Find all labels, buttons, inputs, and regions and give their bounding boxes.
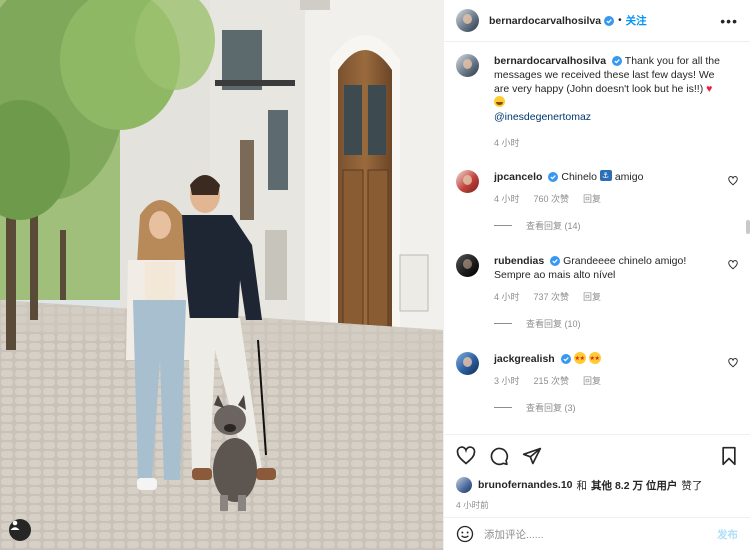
post-side-panel: bernardocarvalhosilva • 关注 ••• bernardoc… [443, 0, 750, 550]
liker-username[interactable]: brunofernandes.10 [478, 479, 573, 491]
comment-like-count[interactable]: 737 次赞 [534, 290, 570, 304]
reply-button[interactable]: 回复 [583, 192, 601, 206]
view-replies-label: 查看回复 (10) [526, 319, 581, 329]
comment-body: rubendias Grandeeee chinelo amigo! Sempr… [494, 254, 720, 304]
caption-avatar[interactable] [456, 54, 479, 77]
view-replies-label: 查看回复 (3) [526, 403, 576, 413]
red-heart-emoji-icon: ♥ [706, 83, 713, 95]
author-username[interactable]: bernardocarvalhosilva [489, 15, 601, 27]
commenter-avatar[interactable] [456, 170, 479, 193]
comment-username[interactable]: rubendias [494, 255, 544, 267]
comment-text-end: amigo [614, 171, 644, 183]
post-photo[interactable] [0, 0, 443, 550]
comment-item: jpcancelo Chinelo amigo 4 小时 760 次赞 回复 [456, 169, 738, 206]
view-replies-button[interactable]: 查看回复 (3) [494, 401, 738, 414]
comment-meta: 3 小时 215 次赞 回复 [494, 374, 720, 388]
likes-summary: brunofernandes.10 和 其他 8.2 万 位用户 赞了 [456, 477, 738, 493]
bookmark-icon[interactable] [720, 446, 738, 466]
comment-username[interactable]: jackgrealish [494, 353, 555, 365]
verified-badge-icon [612, 56, 623, 66]
comment-time[interactable]: 3 小时 [494, 374, 520, 388]
heart-icon[interactable] [456, 446, 476, 466]
comment-username[interactable]: jpcancelo [494, 171, 542, 183]
author-avatar[interactable] [456, 9, 479, 32]
caption-meta: 4 小时 [494, 136, 720, 150]
replies-divider [494, 323, 512, 324]
comment-item: jackgrealish 3 小时 215 次赞 回复 [456, 352, 738, 388]
action-icons [456, 445, 738, 467]
star-struck-emoji-icon [588, 352, 601, 366]
header-separator: • [618, 15, 622, 26]
replies-divider [494, 407, 512, 408]
comment-like-icon[interactable] [728, 176, 738, 186]
view-replies-label: 查看回复 (14) [526, 221, 581, 231]
likes-connector: 和 [576, 479, 588, 492]
comment-like-icon[interactable] [728, 260, 738, 270]
commenter-avatar[interactable] [456, 352, 479, 375]
comment-icon[interactable] [489, 446, 509, 466]
comment-time[interactable]: 4 小时 [494, 192, 520, 206]
comment-time[interactable]: 4 小时 [494, 290, 520, 304]
verified-badge-icon [548, 172, 559, 182]
caption: bernardocarvalhosilva Thank you for all … [456, 54, 738, 150]
star-struck-emoji-icon [573, 352, 586, 366]
caption-username[interactable]: bernardocarvalhosilva [494, 55, 606, 67]
scrollbar-thumb[interactable] [746, 220, 750, 234]
likes-suffix: 赞了 [681, 479, 703, 492]
likes-others-link[interactable]: 其他 8.2 万 位用户 [591, 478, 677, 493]
emoji-icon[interactable] [456, 525, 474, 543]
post-actions: brunofernandes.10 和 其他 8.2 万 位用户 赞了 4 小时… [444, 434, 750, 550]
verified-badge-icon [604, 15, 615, 26]
more-options-icon[interactable]: ••• [720, 14, 738, 28]
grinning-face-emoji-icon [494, 96, 505, 107]
view-replies-button[interactable]: 查看回复 (14) [494, 219, 738, 232]
comment-text: Chinelo [561, 171, 597, 183]
post-comment-button[interactable]: 发布 [717, 527, 738, 542]
comment-meta: 4 小时 760 次赞 回复 [494, 192, 720, 206]
follow-button[interactable]: 关注 [626, 13, 647, 28]
view-replies-button[interactable]: 查看回复 (10) [494, 317, 738, 330]
caption-mention-link[interactable]: @inesdegenertomaz [494, 111, 591, 123]
user-tag-icon [10, 520, 20, 530]
add-comment-bar: 添加评论...... 发布 [444, 517, 750, 550]
caption-time[interactable]: 4 小时 [494, 136, 520, 150]
liker-avatar[interactable] [456, 477, 472, 493]
verified-badge-icon [560, 354, 571, 364]
comment-body: jpcancelo Chinelo amigo 4 小时 760 次赞 回复 [494, 169, 720, 206]
user-tag-button[interactable] [9, 519, 31, 541]
comment-like-count[interactable]: 215 次赞 [534, 374, 570, 388]
verified-badge-icon [550, 256, 561, 266]
commenter-avatar[interactable] [456, 254, 479, 277]
comment-like-count[interactable]: 760 次赞 [534, 192, 570, 206]
comment-body: jackgrealish 3 小时 215 次赞 回复 [494, 352, 720, 388]
replies-divider [494, 225, 512, 226]
anchor-flag-emoji-icon [599, 169, 612, 183]
comments-list[interactable]: bernardocarvalhosilva Thank you for all … [444, 42, 750, 434]
post-header: bernardocarvalhosilva • 关注 ••• [444, 0, 750, 42]
instagram-post: bernardocarvalhosilva • 关注 ••• bernardoc… [0, 0, 750, 550]
post-timestamp[interactable]: 4 小时前 [456, 499, 738, 511]
reply-button[interactable]: 回复 [583, 374, 601, 388]
comment-item: rubendias Grandeeee chinelo amigo! Sempr… [456, 254, 738, 304]
comment-meta: 4 小时 737 次赞 回复 [494, 290, 720, 304]
comment-like-icon[interactable] [728, 358, 738, 368]
share-icon[interactable] [522, 446, 542, 466]
reply-button[interactable]: 回复 [583, 290, 601, 304]
comment-input[interactable]: 添加评论...... [484, 527, 544, 542]
caption-body: bernardocarvalhosilva Thank you for all … [494, 54, 720, 150]
photo-illustration [0, 0, 443, 550]
